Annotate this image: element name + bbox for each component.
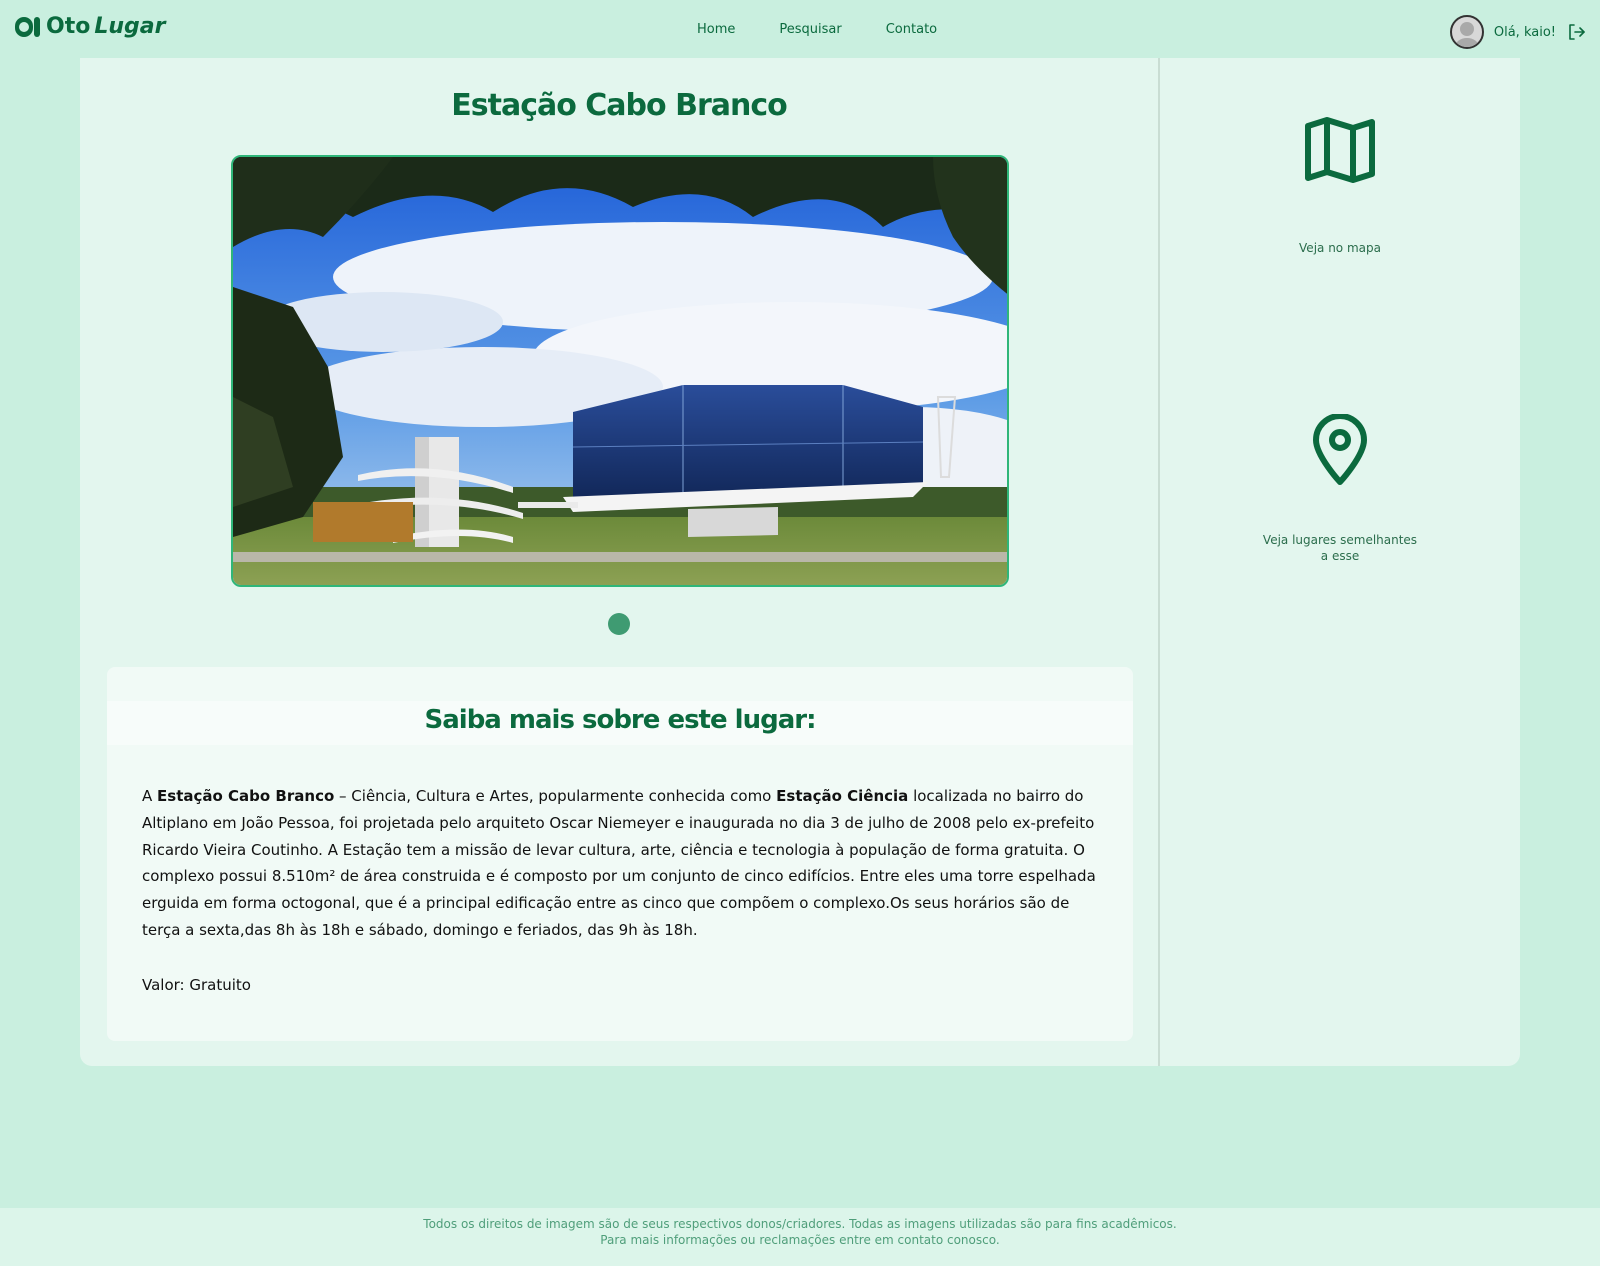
description-rest: localizada no bairro do Altiplano em Joã… bbox=[142, 787, 1096, 939]
user-greeting: Olá, kaio! bbox=[1493, 24, 1556, 40]
avatar[interactable] bbox=[1449, 15, 1484, 49]
logo-mark-icon bbox=[15, 16, 40, 37]
place-panel: Estação Cabo Branco Saiba mais sobre est… bbox=[80, 58, 1520, 1066]
similar-places-link[interactable]: Veja lugares semelhantes a esse bbox=[1160, 414, 1520, 564]
description-intro: A bbox=[142, 787, 158, 805]
top-navbar: Oto Lugar Home Pesquisar Contato Olá, kai… bbox=[0, 0, 1600, 60]
nav-pesquisar[interactable]: Pesquisar bbox=[779, 22, 841, 37]
user-menu: Olá, kaio! bbox=[1449, 15, 1586, 49]
similar-places-label: Veja lugares semelhantes a esse bbox=[1262, 533, 1418, 563]
page-footer: Todos os direitos de imagem são de seus … bbox=[0, 1208, 1600, 1266]
logout-icon[interactable] bbox=[1566, 22, 1586, 42]
footer-line-1: Todos os direitos de imagem são de seus … bbox=[423, 1217, 1177, 1231]
description-nickname: Estação Ciência bbox=[776, 787, 909, 805]
main-nav: Home Pesquisar Contato bbox=[697, 22, 981, 37]
info-card-title: Saiba mais sobre este lugar: bbox=[424, 705, 817, 735]
brand-name-part2: Lugar bbox=[94, 14, 166, 39]
description-place-name: Estação Cabo Branco bbox=[157, 787, 335, 805]
carousel-dot[interactable] bbox=[608, 613, 630, 635]
place-price: Valor: Gratuito bbox=[142, 976, 251, 994]
nav-home[interactable]: Home bbox=[697, 22, 735, 37]
footer-line-2: Para mais informações ou reclamações ent… bbox=[600, 1233, 1000, 1247]
nav-contato[interactable]: Contato bbox=[886, 22, 937, 37]
location-pin-icon bbox=[1313, 414, 1367, 485]
brand-name-part1: Oto bbox=[46, 14, 91, 39]
description-after-name: – Ciência, Cultura e Artes, popularmente… bbox=[334, 787, 777, 805]
place-description: A Estação Cabo Branco – Ciência, Cultura… bbox=[142, 783, 1102, 944]
place-info-card: Saiba mais sobre este lugar: A Estação C… bbox=[107, 667, 1133, 1041]
avatar-icon bbox=[1454, 22, 1479, 47]
see-on-map-label: Veja no mapa bbox=[1299, 241, 1381, 255]
map-icon bbox=[1305, 117, 1375, 183]
page-title: Estação Cabo Branco bbox=[451, 88, 787, 123]
see-on-map-link[interactable]: Veja no mapa bbox=[1160, 116, 1520, 256]
place-photo-image bbox=[233, 157, 1007, 585]
brand-logo[interactable]: Oto Lugar bbox=[14, 14, 165, 39]
place-photo[interactable] bbox=[231, 155, 1009, 587]
